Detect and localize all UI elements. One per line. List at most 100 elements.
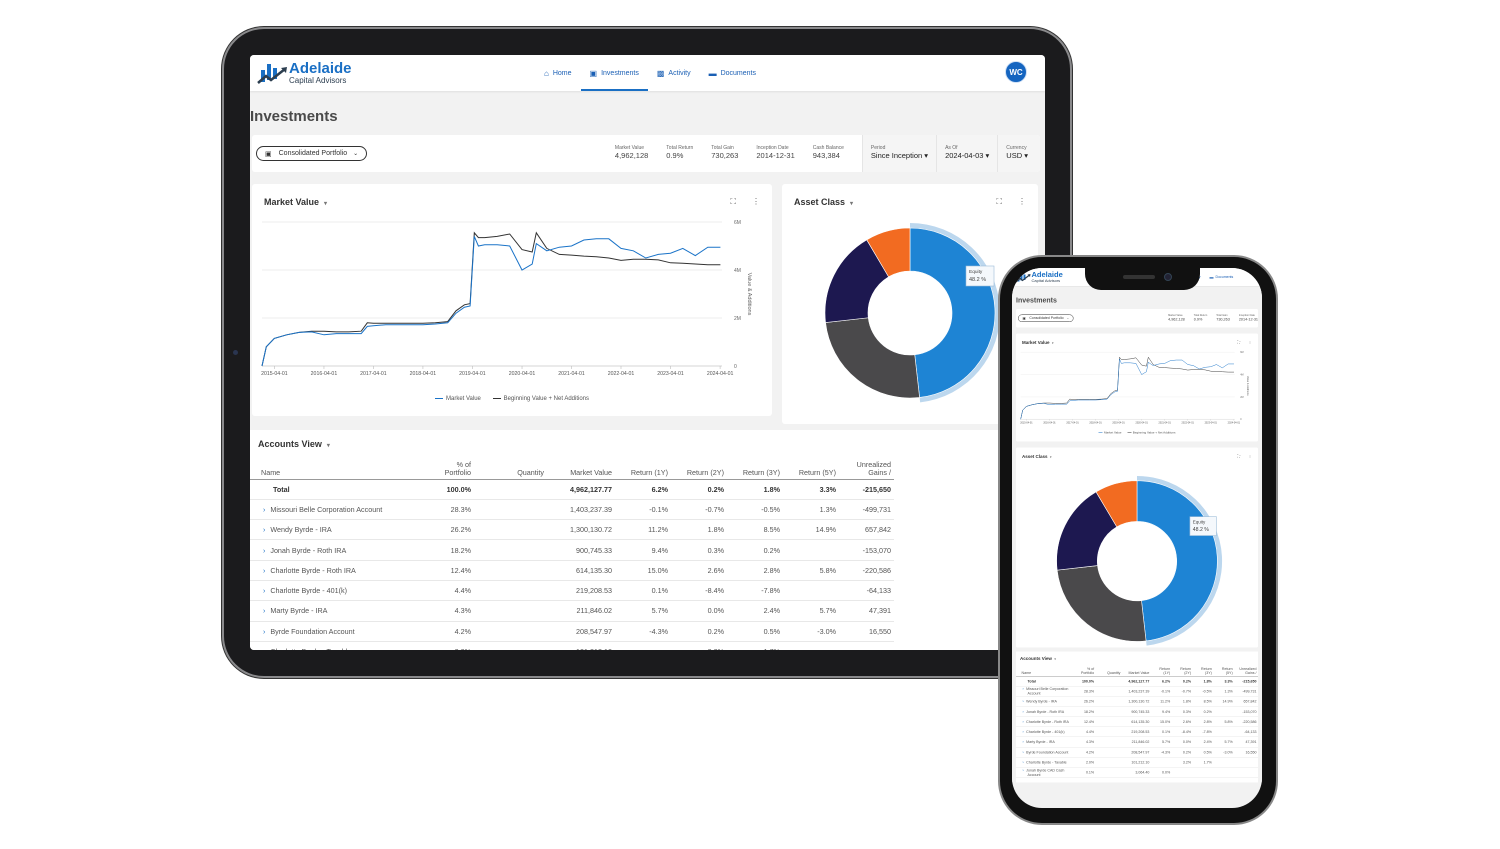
table-cell: 211,846.02 — [1121, 736, 1151, 748]
asset-class-title[interactable]: Asset Class ▾ — [1022, 454, 1052, 459]
portfolio-selector[interactable]: ▣ Consolidated Portfolio ⌄ — [256, 146, 368, 161]
account-row[interactable]: ›Charlotte Byrde - Taxable2.0% 101,212.10… — [1016, 757, 1258, 768]
x-tick-label: 2016-04-01 — [1043, 421, 1056, 424]
asset-class-title[interactable]: Asset Class ▾ — [794, 197, 853, 207]
column-header[interactable]: Return (3Y) — [727, 457, 783, 480]
more-vertical-icon[interactable]: ⋮ — [1018, 197, 1026, 207]
nav-home[interactable]: ⌂Home — [535, 55, 581, 91]
column-header[interactable]: Return (2Y) — [1171, 665, 1193, 677]
logo[interactable]: Adelaide Capital Advisors — [1015, 271, 1063, 283]
chevron-right-icon[interactable]: › — [1023, 720, 1024, 724]
column-header[interactable]: Return (5Y) — [1213, 665, 1235, 677]
account-row[interactable]: › Marty Byrde - IRA 4.3% 211,846.02 5.7% 0.0%… — [1016, 736, 1258, 748]
legend-market-value[interactable]: Market Value — [434, 396, 481, 402]
column-header[interactable]: Market Value — [547, 457, 615, 480]
more-vertical-icon[interactable]: ⋮ — [752, 197, 760, 207]
account-row[interactable]: › Byrde Foundation Account 4.2% 208,547.97-… — [250, 621, 894, 642]
table-cell: › Charlotte Byrde - Roth IRA — [250, 560, 430, 581]
chevron-right-icon[interactable]: › — [263, 548, 265, 555]
account-row[interactable]: ›Charlotte Byrde - Taxable2.0% 101,212.10… — [250, 641, 894, 650]
chevron-right-icon[interactable]: › — [1023, 751, 1024, 755]
account-row[interactable]: › Missouri Belle Corporation Account 28.3%… — [1016, 686, 1258, 697]
nav-investments[interactable]: ▣Investments — [580, 55, 649, 91]
chevron-right-icon[interactable]: › — [263, 527, 265, 534]
table-cell: 1.8% — [1192, 676, 1214, 687]
chevron-right-icon[interactable]: › — [1023, 769, 1024, 773]
chevron-right-icon[interactable]: › — [263, 507, 265, 514]
nav-documents[interactable]: ▬ Documents — [1205, 268, 1238, 286]
caret-down-icon: ▾ — [985, 151, 990, 160]
expand-icon[interactable]: ⛶ — [730, 197, 736, 207]
as-of-select[interactable]: As Of 2024-04-03 ▾ — [936, 135, 998, 172]
table-cell: 4.4% — [430, 580, 474, 602]
column-header[interactable]: % of Portfolio — [430, 457, 474, 480]
account-row[interactable]: › Wendy Byrde - IRA 26.2% 1,300,130.72 11.2%… — [250, 519, 894, 541]
account-row[interactable]: › Charlotte Byrde - Roth IRA 12.4% 614,135.… — [250, 560, 894, 581]
more-vertical-icon[interactable]: ⋮ — [1248, 340, 1252, 345]
legend-market-value[interactable]: Market Value — [1098, 432, 1121, 435]
table-cell: -3.0% — [1213, 747, 1235, 758]
column-header[interactable]: Return (2Y) — [671, 457, 727, 480]
account-row[interactable]: › Marty Byrde - IRA 4.3% 211,846.02 5.7% 0.0%… — [250, 600, 894, 622]
column-header[interactable]: Quantity — [1095, 665, 1122, 677]
account-row[interactable]: › Charlotte Byrde - Roth IRA 12.4% 614,135.… — [1016, 716, 1258, 727]
card-title-text: Market Value — [1022, 340, 1050, 345]
chevron-right-icon[interactable]: › — [263, 608, 265, 615]
chevron-right-icon[interactable]: › — [263, 649, 265, 650]
account-row[interactable]: › Jonah Byrde - Roth IRA 18.2% 900,745.33 9.… — [1016, 706, 1258, 717]
y-axis-label: Value & Additions — [746, 273, 752, 316]
column-header[interactable]: Unrealized Gains / — [839, 457, 894, 480]
account-row[interactable]: › Charlotte Byrde - 401(k) 4.4% 219,208.53 0… — [250, 580, 894, 602]
table-cell: 16,550 — [839, 621, 894, 642]
chevron-right-icon[interactable]: › — [1023, 688, 1024, 692]
column-header[interactable]: Quantity — [474, 457, 547, 480]
column-header[interactable]: Name — [1016, 665, 1077, 677]
column-header[interactable]: Return (3Y) — [1192, 665, 1214, 677]
column-header[interactable]: Return (1Y) — [1150, 665, 1172, 677]
column-header[interactable]: Return (5Y) — [783, 457, 839, 480]
account-row[interactable]: › Byrde Foundation Account 4.2% 208,547.97-… — [1016, 747, 1258, 758]
expand-icon[interactable]: ⛶ — [996, 197, 1002, 207]
expand-icon[interactable]: ⛶ — [1237, 340, 1240, 345]
market-value-title[interactable]: Market Value ▾ — [1022, 340, 1054, 345]
expand-icon[interactable]: ⛶ — [1237, 454, 1240, 459]
user-avatar[interactable]: WC — [1005, 61, 1027, 83]
account-row[interactable]: › Missouri Belle Corporation Account 28.3%… — [250, 499, 894, 521]
nav-activity[interactable]: ▩Activity — [648, 55, 700, 91]
chevron-right-icon[interactable]: › — [1023, 731, 1024, 735]
more-vertical-icon[interactable]: ⋮ — [1248, 454, 1252, 459]
table-cell — [1234, 757, 1258, 768]
chevron-right-icon[interactable]: › — [1023, 761, 1024, 765]
period-select[interactable]: Period Since Inception ▾ — [861, 135, 937, 172]
accounts-view-title[interactable]: Accounts View ▾ — [250, 430, 1000, 457]
chevron-right-icon[interactable]: › — [263, 629, 265, 636]
table-cell: 15.0% — [615, 560, 671, 581]
account-row[interactable]: › Wendy Byrde - IRA 26.2% 1,300,130.72 11.2%… — [1016, 696, 1258, 707]
account-row[interactable]: › Jonah Byrde - Roth IRA 18.2% 900,745.33 9.… — [250, 539, 894, 561]
column-header[interactable]: Name — [250, 457, 430, 480]
table-cell: 6.2% — [1150, 676, 1172, 687]
column-header[interactable]: Return (1Y) — [615, 457, 671, 480]
table-cell: 208,547.97 — [547, 621, 615, 642]
chevron-right-icon[interactable]: › — [1023, 700, 1024, 704]
column-header[interactable]: % of Portfolio — [1076, 665, 1096, 677]
account-row[interactable]: › Charlotte Byrde - 401(k) 4.4% 219,208.53 0… — [1016, 726, 1258, 738]
table-cell — [1095, 757, 1122, 768]
chevron-right-icon[interactable]: › — [1023, 741, 1024, 745]
portfolio-selector[interactable]: ▣ Consolidated Portfolio ⌄ — [1018, 314, 1074, 322]
market-value-title[interactable]: Market Value ▾ — [264, 197, 327, 207]
chevron-right-icon[interactable]: › — [1023, 710, 1024, 714]
logo[interactable]: Adelaide Capital Advisors — [257, 61, 517, 85]
tooltip-label: Equity — [1193, 519, 1206, 524]
column-header[interactable]: Market Value — [1121, 665, 1151, 677]
table-cell: › Jonah Byrde CAD Cash Account — [1016, 767, 1077, 778]
chevron-right-icon[interactable]: › — [263, 568, 265, 575]
column-header[interactable]: Unrealized Gains / — [1234, 665, 1258, 677]
table-cell: 28.3% — [430, 499, 474, 521]
account-row[interactable]: › Jonah Byrde CAD Cash Account 0.1% 3,064.4… — [1016, 767, 1258, 778]
currency-select[interactable]: Currency USD ▾ — [997, 135, 1040, 172]
legend-beginning-value[interactable]: Beginning Value + Net Additions — [1127, 432, 1176, 435]
chevron-right-icon[interactable]: › — [263, 588, 265, 595]
legend-beginning-value[interactable]: Beginning Value + Net Additions — [492, 396, 589, 402]
nav-documents[interactable]: ▬ Documents — [700, 55, 765, 91]
